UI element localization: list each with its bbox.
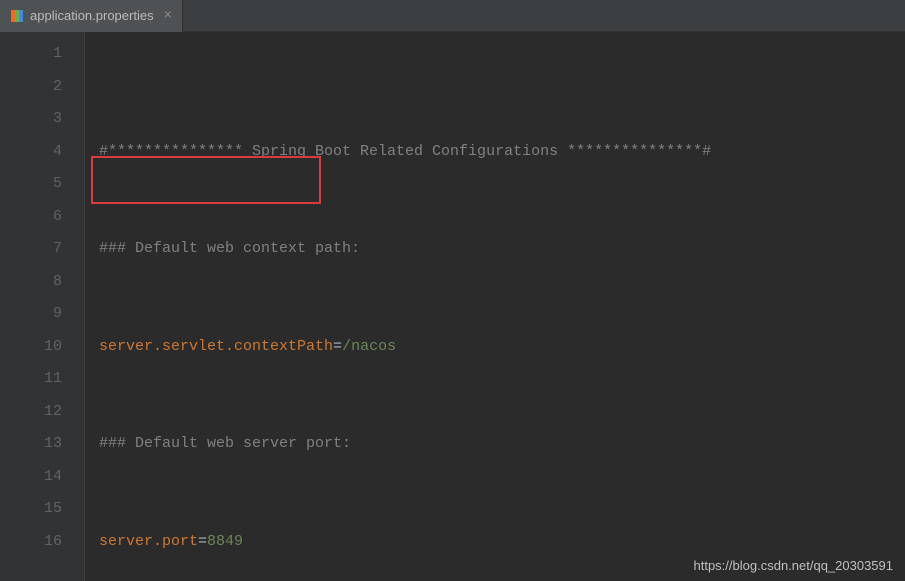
line-number: 16 xyxy=(0,526,62,559)
code-line: ### Default web server port: xyxy=(99,428,905,461)
line-number: 6 xyxy=(0,201,62,234)
line-number: 13 xyxy=(0,428,62,461)
line-number: 5 xyxy=(0,168,62,201)
line-number: 14 xyxy=(0,461,62,494)
watermark: https://blog.csdn.net/qq_20303591 xyxy=(694,558,894,573)
line-number: 1 xyxy=(0,38,62,71)
code-line: server.port=8849 xyxy=(99,526,905,559)
line-number: 7 xyxy=(0,233,62,266)
line-number: 10 xyxy=(0,331,62,364)
tab-filename: application.properties xyxy=(30,8,154,23)
line-number: 8 xyxy=(0,266,62,299)
code-line: ### Default web context path: xyxy=(99,233,905,266)
line-number: 9 xyxy=(0,298,62,331)
line-number: 11 xyxy=(0,363,62,396)
line-number: 12 xyxy=(0,396,62,429)
code-area[interactable]: #*************** Spring Boot Related Con… xyxy=(85,32,905,581)
code-line: #*************** Spring Boot Related Con… xyxy=(99,136,905,169)
line-number: 4 xyxy=(0,136,62,169)
line-number: 3 xyxy=(0,103,62,136)
line-number: 2 xyxy=(0,71,62,104)
tab-application-properties[interactable]: application.properties × xyxy=(0,0,183,32)
tab-bar: application.properties × xyxy=(0,0,905,32)
editor: 1 2 3 4 5 6 7 8 9 10 11 12 13 14 15 16 #… xyxy=(0,32,905,581)
code-line: server.servlet.contextPath=/nacos xyxy=(99,331,905,364)
line-number: 15 xyxy=(0,493,62,526)
close-icon[interactable]: × xyxy=(164,8,172,24)
properties-file-icon xyxy=(10,9,24,23)
gutter: 1 2 3 4 5 6 7 8 9 10 11 12 13 14 15 16 xyxy=(0,32,85,581)
